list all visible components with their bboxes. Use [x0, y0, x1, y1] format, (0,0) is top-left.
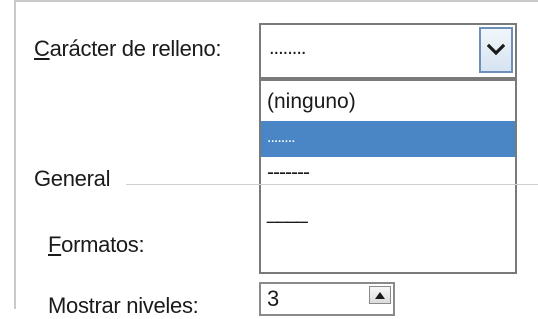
dialog-left-edge: [14, 0, 16, 309]
fill-char-label-text: arácter de relleno:: [49, 36, 222, 61]
show-levels-spinbox[interactable]: 3: [259, 282, 395, 316]
chevron-down-icon: [487, 43, 505, 56]
show-levels-label: Mostrar niveles:: [48, 293, 199, 318]
fill-char-option-dashes[interactable]: -------: [261, 161, 515, 199]
option-label: ........: [267, 129, 296, 146]
fill-char-combobox[interactable]: ........: [259, 23, 517, 79]
option-label: ____: [267, 201, 308, 224]
general-group-divider: [126, 184, 538, 185]
option-label: -------: [267, 161, 310, 184]
fill-char-option-dots[interactable]: ........: [261, 121, 515, 157]
fill-char-option-underscores[interactable]: ____: [261, 202, 515, 243]
table-of-contents-dialog: Carácter de relleno: ........ (ninguno) …: [0, 0, 538, 318]
formats-label-accel: F: [48, 232, 62, 257]
show-levels-value: 3: [267, 286, 280, 311]
fill-char-selected-value: ........: [269, 37, 306, 59]
triangle-up-icon: [375, 291, 385, 299]
option-label: (ninguno): [267, 90, 356, 113]
fill-char-label-accel: C: [34, 36, 50, 61]
fill-char-dropdown-button[interactable]: [479, 27, 513, 73]
fill-char-option-none[interactable]: (ninguno): [261, 83, 515, 121]
fill-char-dropdown-list: (ninguno) ........ ------- ____: [259, 79, 517, 274]
fill-char-label: Carácter de relleno:: [34, 36, 222, 62]
dialog-top-edge: [14, 0, 538, 2]
formats-label-text: ormatos:: [61, 232, 145, 257]
general-group-label: General: [34, 166, 111, 191]
spin-up-button[interactable]: [369, 286, 391, 304]
formats-label: Formatos:: [48, 232, 145, 258]
